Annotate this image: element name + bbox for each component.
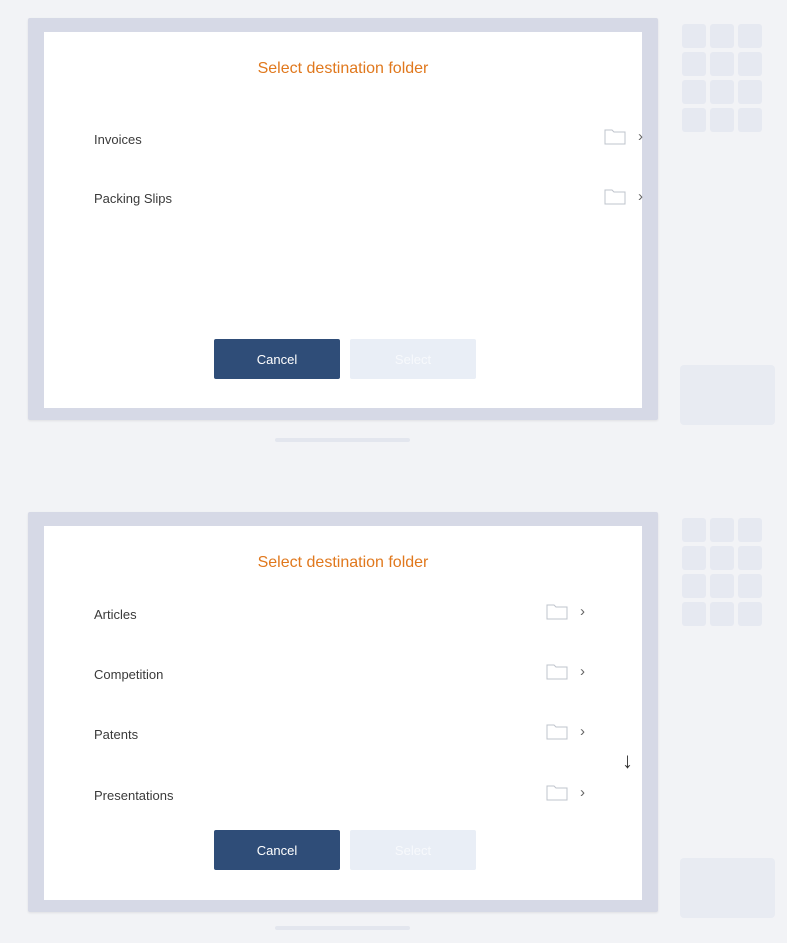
scroll-down-icon[interactable]: ↓ [622,748,633,774]
background-divider [275,438,410,442]
folder-label: Patents [94,726,139,742]
folder-row-competition[interactable]: Competition [94,660,163,688]
folder-row-patents[interactable]: Patents [94,720,138,748]
folder-row-actions: › [604,127,643,145]
folder-icon[interactable] [546,602,568,620]
chevron-right-icon[interactable]: › [580,784,585,801]
background-tile-grid [682,518,762,626]
folder-row-actions: › [604,187,643,205]
folder-row-packing-slips[interactable]: Packing Slips [94,184,172,212]
folder-picker-panel: Select destination folder Articles › Com… [28,512,658,912]
folder-row-actions: › [546,602,585,620]
background-block [680,858,775,918]
chevron-right-icon[interactable]: › [580,663,585,680]
folder-icon[interactable] [604,187,626,205]
chevron-right-icon[interactable]: › [580,723,585,740]
folder-row-invoices[interactable]: Invoices [94,125,142,153]
folder-icon[interactable] [604,127,626,145]
folder-label: Invoices [94,131,142,147]
select-button[interactable]: Select [350,830,476,870]
chevron-right-icon[interactable]: › [638,128,643,145]
folder-row-actions: › [546,783,585,801]
folder-icon[interactable] [546,722,568,740]
background-block [680,365,775,425]
cancel-button[interactable]: Cancel [214,830,340,870]
folder-row-presentations[interactable]: Presentations [94,781,174,809]
cancel-button[interactable]: Cancel [214,339,340,379]
select-button[interactable]: Select [350,339,476,379]
chevron-right-icon[interactable]: › [638,188,643,205]
folder-label: Presentations [94,787,174,803]
chevron-right-icon[interactable]: › [580,603,585,620]
folder-picker-panel: Select destination folder Invoices › Pac… [28,18,658,420]
folder-label: Packing Slips [94,190,173,206]
folder-label: Competition [94,666,164,682]
dialog-title: Select destination folder [257,60,429,77]
folder-picker-dialog: Select destination folder Articles › Com… [44,526,642,900]
folder-row-actions: › [546,662,585,680]
folder-picker-dialog: Select destination folder Invoices › Pac… [44,32,643,408]
background-divider [275,926,410,930]
folder-icon[interactable] [546,783,568,801]
folder-row-actions: › [546,722,585,740]
background-tile-grid [682,24,762,132]
dialog-title: Select destination folder [257,554,429,571]
folder-icon[interactable] [546,662,568,680]
folder-row-articles[interactable]: Articles [94,600,137,628]
folder-label: Articles [94,606,137,622]
